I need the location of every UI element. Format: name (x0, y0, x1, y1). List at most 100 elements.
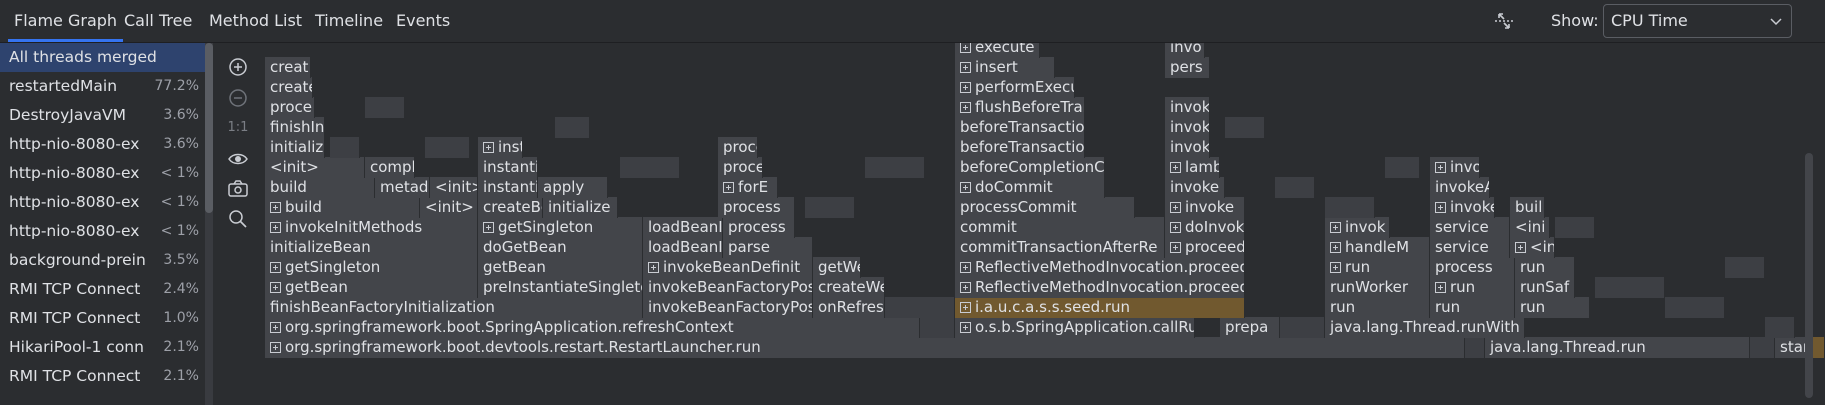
flame-frame[interactable]: o.s.b.SpringApplication.callRunners (955, 317, 1195, 338)
flame-frame[interactable] (1385, 157, 1420, 178)
flame-frame[interactable]: process (1430, 257, 1515, 278)
flame-frame[interactable]: invokeBeanFactoryPostI (643, 297, 813, 318)
flame-frame[interactable] (1465, 337, 1485, 358)
show-select[interactable]: CPU Time (1603, 4, 1792, 38)
flame-frame[interactable]: parse (723, 237, 813, 258)
flame-frame[interactable]: proce (718, 137, 758, 158)
flame-frame[interactable] (1750, 337, 1775, 358)
thread-item[interactable]: RMI TCP Connect 2.1% (0, 362, 205, 391)
flame-frame[interactable]: inst (478, 137, 523, 158)
flame-frame[interactable] (620, 157, 680, 178)
flame-frame[interactable] (885, 297, 955, 318)
flame-frame[interactable]: run (1325, 257, 1430, 278)
flame-frame[interactable]: loadBeanI (643, 237, 723, 258)
flame-frame[interactable]: <init> (265, 157, 365, 178)
flame-frame[interactable]: finishBeanFactoryInitialization (265, 297, 643, 318)
tab-call-tree[interactable]: Call Tree (124, 0, 192, 42)
flame-frame[interactable]: java.lang.Thread.run (1485, 337, 1750, 358)
flame-frame[interactable]: createBe (478, 197, 543, 218)
flame-frame[interactable]: invoke (1165, 177, 1225, 198)
flame-frame[interactable]: forE (718, 177, 778, 198)
thread-item[interactable]: HikariPool-1 conn 2.1% (0, 333, 205, 362)
zoom-in-icon[interactable] (225, 54, 251, 80)
flame-frame[interactable]: proceed (1165, 237, 1245, 258)
flame-frame[interactable]: process (723, 217, 795, 238)
flame-frame[interactable] (1665, 297, 1725, 318)
flame-graph-scrollbar[interactable] (1805, 153, 1813, 398)
thread-item[interactable]: http-nio-8080-ex 3.6% (0, 130, 205, 159)
flame-frame[interactable]: lamb (1165, 157, 1220, 178)
flame-frame[interactable]: invok (1165, 137, 1210, 158)
flame-frame[interactable]: instanti (478, 177, 538, 198)
flame-frame[interactable]: invoke (1430, 197, 1495, 218)
flame-frame[interactable]: instanti (478, 157, 538, 178)
flame-frame[interactable]: doCommit (955, 177, 1105, 198)
flame-frame[interactable]: <init> (420, 197, 478, 218)
thread-item[interactable]: All threads merged (0, 43, 205, 72)
flame-frame[interactable]: runSaf (1515, 277, 1575, 298)
flame-frame[interactable]: run (1430, 277, 1515, 298)
flame-frame[interactable]: initializ (265, 137, 325, 158)
thread-item[interactable]: RMI TCP Connect 1.0% (0, 304, 205, 333)
flame-frame[interactable]: onRefresl (813, 297, 885, 318)
flame-frame[interactable]: processCommit (955, 197, 1135, 218)
swap-direction-icon[interactable] (1492, 9, 1516, 33)
flame-frame[interactable]: service (1430, 237, 1510, 258)
flame-frame[interactable]: getSingleton (478, 217, 643, 238)
flame-frame[interactable]: doGetBean (478, 237, 643, 258)
thread-item[interactable]: RMI TCP Connect 2.4% (0, 275, 205, 304)
flame-frame[interactable]: invokeBeanDefinit (643, 257, 813, 278)
thread-item[interactable]: http-nio-8080-ex < 1% (0, 188, 205, 217)
flame-frame[interactable]: invokeA (1430, 177, 1490, 198)
flame-frame[interactable]: invok (1325, 217, 1390, 238)
eye-icon[interactable] (225, 146, 251, 172)
flame-frame[interactable]: flushBeforeTrans (955, 97, 1085, 118)
flame-frame[interactable]: beforeTransactionC (955, 137, 1085, 158)
flame-frame[interactable] (920, 317, 955, 338)
flame-frame[interactable]: org.springframework.boot.SpringApplicati… (265, 317, 920, 338)
flame-frame[interactable] (1280, 317, 1325, 338)
flame-frame[interactable]: star (1775, 337, 1807, 358)
flame-frame[interactable]: initialize (543, 197, 618, 218)
flame-frame[interactable]: run (1430, 297, 1515, 318)
flame-frame[interactable]: commit (955, 217, 1165, 238)
flame-frame[interactable]: service (1430, 217, 1510, 238)
flame-frame[interactable] (330, 137, 360, 158)
flame-frame[interactable]: buil (1510, 197, 1545, 218)
flame-frame[interactable]: run (1515, 297, 1590, 318)
flame-frame[interactable] (1595, 277, 1665, 298)
flame-frame[interactable]: comple (365, 157, 415, 178)
flame-frame[interactable]: process (718, 197, 795, 218)
flame-frame[interactable]: finishIn (265, 117, 325, 138)
flame-frame[interactable] (555, 117, 590, 138)
flame-frame[interactable]: invok (1165, 117, 1210, 138)
flame-frame[interactable]: insert (955, 57, 1055, 78)
flame-frame[interactable]: build (265, 197, 420, 218)
camera-icon[interactable] (225, 176, 251, 202)
thread-item[interactable]: restartedMain 77.2% (0, 72, 205, 101)
flame-frame[interactable]: ReflectiveMethodInvocation.proceed (955, 277, 1245, 298)
flame-frame[interactable]: invokeBeanFactoryPostI (643, 277, 813, 298)
flame-frame[interactable]: doInvok (1165, 217, 1245, 238)
flame-frame[interactable] (1325, 197, 1375, 218)
flame-frame[interactable]: commitTransactionAfterRe (955, 237, 1165, 258)
flame-frame[interactable]: run (1325, 297, 1430, 318)
flame-frame[interactable]: loadBeanI (643, 217, 723, 238)
flame-frame[interactable]: org.springframework.boot.devtools.restar… (265, 337, 1465, 358)
flame-frame[interactable]: run (1515, 257, 1575, 278)
flame-frame[interactable]: invo (1165, 43, 1205, 58)
flame-frame[interactable]: getBean (265, 277, 478, 298)
flame-frame[interactable]: invok (1165, 97, 1210, 118)
flame-frame[interactable] (1725, 257, 1765, 278)
flame-frame[interactable]: performExecu (955, 77, 1075, 98)
thread-item[interactable]: http-nio-8080-ex < 1% (0, 159, 205, 188)
flame-frame[interactable]: proce (718, 157, 763, 178)
zoom-reset-button[interactable]: 1:1 (225, 115, 251, 141)
flame-frame[interactable] (365, 97, 405, 118)
flame-frame[interactable]: createWe (813, 277, 885, 298)
flame-frame[interactable] (1765, 317, 1795, 338)
flame-frame[interactable]: <init> (430, 177, 478, 198)
flame-frame[interactable]: ReflectiveMethodInvocation.proceed (955, 257, 1245, 278)
flame-frame[interactable] (425, 137, 470, 158)
flame-frame[interactable]: create (265, 77, 313, 98)
